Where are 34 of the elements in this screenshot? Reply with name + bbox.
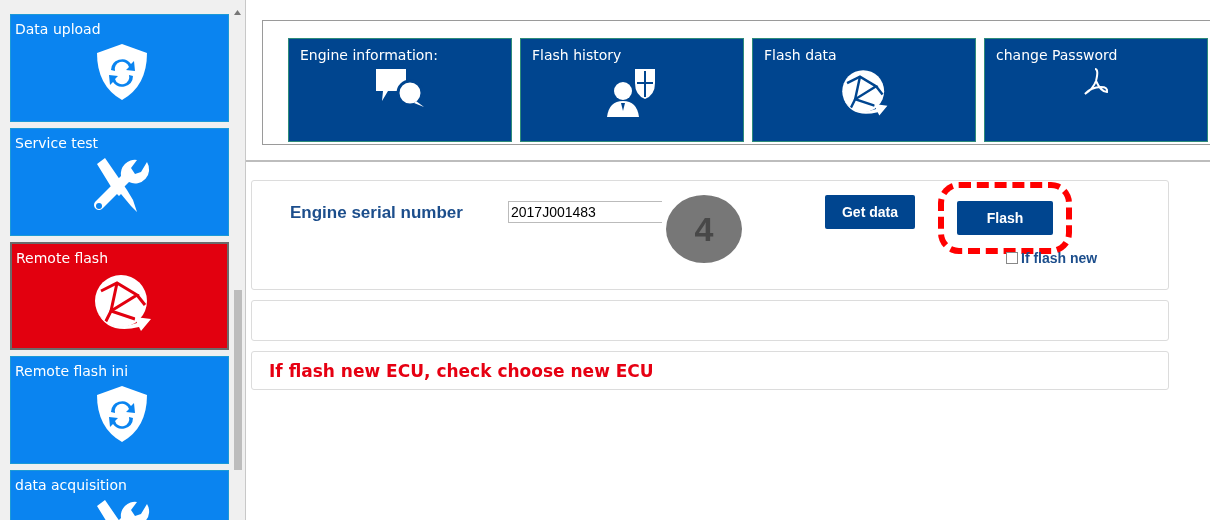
tile-label: Remote flash (16, 249, 110, 267)
shield-arrows-icon (94, 42, 149, 102)
person-shield-icon (607, 67, 657, 117)
tile-label: Flash history (532, 47, 623, 63)
sidebar-tile[interactable]: Service test (10, 128, 229, 236)
checkbox-label: If flash new (1021, 250, 1098, 266)
checkbox[interactable]: If flash new (1006, 250, 1098, 266)
function-tile[interactable]: Flash history (520, 38, 744, 142)
scrollbar-thumb[interactable] (234, 290, 242, 470)
pdf-icon (1083, 67, 1109, 97)
flash-button[interactable]: Flash (957, 201, 1053, 235)
function-tile[interactable]: Flash data (752, 38, 976, 142)
tile-label: data acquisition (15, 476, 128, 494)
tile-label: Service test (15, 134, 100, 152)
get-data-button[interactable]: Get data (825, 195, 915, 229)
shield-arrows-icon (94, 384, 149, 444)
globe-icon (839, 67, 889, 117)
tile-label: change Password (996, 47, 1119, 63)
sidebar-tile[interactable]: Remote flash (10, 242, 229, 350)
sidebar-tile[interactable]: Data upload (10, 14, 229, 122)
tile-label: Data upload (15, 20, 102, 38)
checkbox-box[interactable] (1006, 252, 1018, 264)
tile-label: Flash data (764, 47, 838, 63)
tile-label: Remote flash ini (15, 362, 130, 380)
field-label: Engine serial number (290, 203, 464, 223)
function-tile[interactable]: change Password (984, 38, 1208, 142)
serial-number-field[interactable]: 2017J001483 (508, 201, 662, 223)
sidebar-tile[interactable]: Remote flash ini (10, 356, 229, 464)
scroll-up-icon[interactable] (234, 10, 241, 15)
sidebar-tile[interactable]: data acquisition (10, 470, 229, 520)
warning-message: If flash new ECU, check choose new ECU (269, 360, 654, 381)
tile-label: Engine information: (300, 47, 439, 63)
chat-bubbles-icon (374, 67, 426, 109)
function-tile[interactable]: Engine information: (288, 38, 512, 142)
